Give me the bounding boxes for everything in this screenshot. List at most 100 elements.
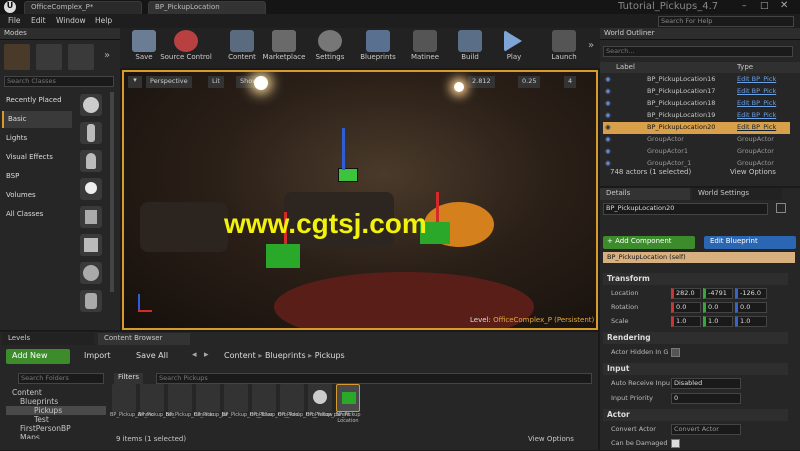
edit-blueprint-button[interactable]: Edit Blueprint [704,236,796,249]
asset-orb-blue[interactable] [224,384,248,412]
eye-icon[interactable]: ◉ [605,135,611,143]
perspective-button[interactable]: Perspective [146,76,192,88]
outliner-row[interactable]: ◉ GroupActor_1 GroupActor [603,158,790,168]
tab-blueprint[interactable]: BP_PickupLocation [148,1,266,14]
eye-icon[interactable]: ◉ [605,99,611,107]
scale-z[interactable]: 1.0 [735,316,767,327]
character-actor-icon[interactable] [80,122,102,144]
location-x[interactable]: 282.0 [671,288,701,299]
unreal-logo[interactable]: U [4,1,16,13]
save-all-button[interactable]: Save All [130,349,174,364]
asset-canister[interactable] [168,384,192,412]
tree-item-blueprints[interactable]: Blueprints [6,397,106,406]
asset-orb-yellow[interactable] [280,384,304,412]
outliner-row[interactable]: ◉ GroupActor GroupActor [603,134,790,146]
outliner-row[interactable]: ◉ GroupActor1 GroupActor [603,146,790,158]
outliner-view-options[interactable]: View Options [730,168,776,176]
rendering-section[interactable]: Rendering [603,332,788,344]
can-be-damaged-checkbox[interactable] [671,439,680,448]
asset-box[interactable] [140,384,164,412]
folder-search-input[interactable]: Search Folders [18,373,104,384]
marketplace-button[interactable]: Marketplace [260,28,308,66]
hidden-in-game-checkbox[interactable] [671,348,680,357]
rotation-y[interactable]: 0.0 [703,302,733,313]
world-settings-tab[interactable]: World Settings [692,188,782,200]
eye-icon[interactable]: ◉ [605,75,611,83]
outliner-row[interactable]: ◉ BP_PickupLocation18 Edit BP_Pick [603,98,790,110]
mode-landscape-icon[interactable] [68,44,94,70]
add-component-button[interactable]: + Add Component [603,236,695,249]
pickup-marker-left[interactable] [266,244,300,268]
maximize-icon[interactable]: □ [760,1,769,11]
rotation-x[interactable]: 0.0 [671,302,701,313]
self-component[interactable]: BP_PickupLocation (self) [603,252,795,263]
eye-icon[interactable]: ◉ [605,87,611,95]
mode-paint-icon[interactable] [36,44,62,70]
eye-icon[interactable]: ◉ [605,123,611,131]
row-type[interactable]: Edit BP_Pick [737,75,776,83]
close-icon[interactable]: ✕ [780,0,788,11]
player-start-icon[interactable] [80,206,102,228]
blueprints-button[interactable]: Blueprints [354,28,402,66]
asset-pickup-location[interactable] [336,384,360,412]
asset-jar[interactable] [196,384,220,412]
lit-button[interactable]: Lit [208,76,224,88]
snap-value[interactable]: 0.25 [518,76,541,88]
minimize-icon[interactable]: – [742,1,747,11]
outliner-search-input[interactable]: Search... [603,46,793,57]
class-search-input[interactable]: Search Classes [4,76,114,87]
sphere-actor-icon[interactable] [80,94,102,116]
category-lights[interactable]: Lights [2,130,72,147]
camera-speed[interactable]: 4 [564,76,577,88]
transform-section[interactable]: Transform [603,273,788,285]
tree-item-maps[interactable]: Maps [6,433,106,439]
content-view-options[interactable]: View Options [528,435,574,443]
content-button[interactable]: Content [220,28,264,66]
category-recently-placed[interactable]: Recently Placed [2,92,72,109]
outliner-row[interactable]: ◉ BP_PickupLocation16 Edit BP_Pick [603,74,790,86]
sphere2-actor-icon[interactable] [80,262,102,284]
eye-icon[interactable]: ◉ [605,111,611,119]
category-basic[interactable]: Basic [2,111,72,128]
row-type[interactable]: Edit BP_Pick [737,87,776,95]
input-section[interactable]: Input [603,363,788,375]
eye-icon[interactable]: ◉ [605,147,611,155]
category-all-classes[interactable]: All Classes [2,206,72,223]
asset-orb-red[interactable] [252,384,276,412]
cylinder-actor-icon[interactable] [80,290,102,312]
col-type[interactable]: Type [737,63,753,71]
lock-icon[interactable] [776,203,786,213]
source-control-button[interactable]: Source Control [158,28,214,66]
outliner-row-selected[interactable]: ◉ BP_PickupLocation20 Edit BP_Pick [603,122,790,134]
build-button[interactable]: Build [448,28,492,66]
menu-window[interactable]: Window [56,16,86,25]
asset-search-input[interactable]: Search Pickups [156,373,592,384]
viewport-options-icon[interactable]: ▾ [128,76,142,88]
settings-button[interactable]: Settings [308,28,352,66]
filters-button[interactable]: Filters [114,373,143,384]
viewport[interactable]: ▾ Perspective Lit Show 2.812 0.25 4 www.… [122,70,598,330]
menu-file[interactable]: File [8,16,21,25]
rotation-z[interactable]: 0.0 [735,302,767,313]
add-new-button[interactable]: Add New [6,349,70,364]
auto-receive-select[interactable]: Disabled [671,378,741,389]
levels-tab[interactable]: Levels [2,333,94,345]
row-type[interactable]: Edit BP_Pick [737,123,776,131]
asset-parent[interactable] [308,384,332,412]
pickup-marker-small[interactable] [338,168,358,182]
row-type[interactable]: Edit BP_Pick [737,111,776,119]
scale-x[interactable]: 1.0 [671,316,701,327]
tab-level[interactable]: OfficeComplex_P* [24,1,142,14]
scale-y[interactable]: 1.0 [703,316,733,327]
eye-icon[interactable]: ◉ [605,159,611,167]
menu-edit[interactable]: Edit [31,16,46,25]
breadcrumb-content[interactable]: Content [224,351,256,360]
mode-place-icon[interactable] [4,44,30,70]
cube-actor-icon[interactable] [80,234,102,256]
forward-icon[interactable]: ▸ [204,350,209,360]
expand-modes-icon[interactable]: » [104,50,110,61]
input-priority-field[interactable]: 0 [671,393,741,404]
tree-item-content[interactable]: Content [6,388,106,397]
actor-section[interactable]: Actor [603,409,788,421]
pawn-actor-icon[interactable] [80,150,102,172]
